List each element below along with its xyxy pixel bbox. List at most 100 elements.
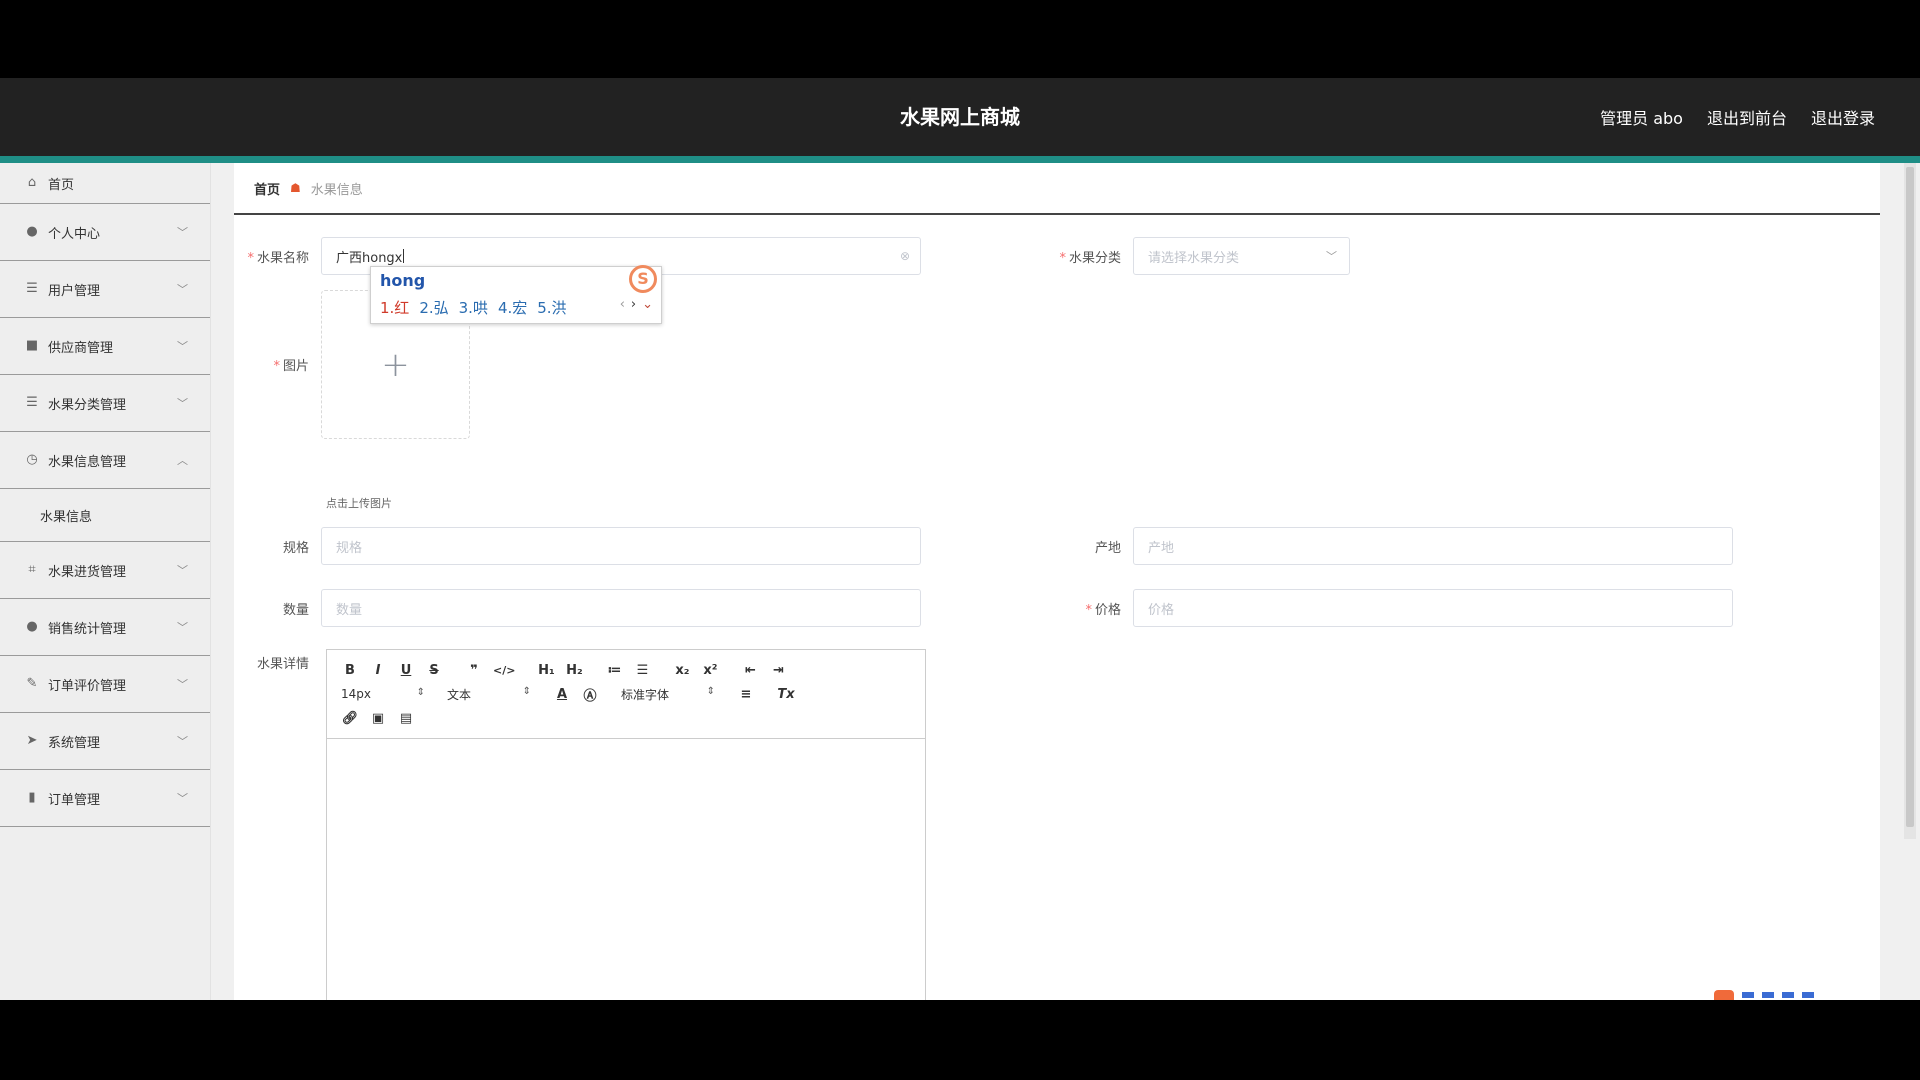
- editor-toolbar: B I U S ❞ </> H₁ H₂ ≔ ☰ x₂ x² ⇤ ⇥ 14px ⇕…: [327, 650, 925, 739]
- sidebar-item-users[interactable]: ☰ 用户管理 ﹀: [0, 261, 210, 318]
- balloon-icon: ●: [26, 619, 38, 634]
- indent-icon[interactable]: ⇥: [769, 663, 787, 678]
- h2-icon[interactable]: H₂: [565, 663, 583, 678]
- scrollbar-thumb[interactable]: [1906, 167, 1914, 827]
- ime-nav: ‹ › ⌄: [620, 297, 653, 312]
- font-family-select[interactable]: 标准字体 ⇕: [621, 686, 715, 703]
- exit-to-front-link[interactable]: 退出到前台: [1707, 105, 1787, 129]
- editor-content[interactable]: [327, 739, 925, 989]
- sidebar-item-purchase[interactable]: ⌗ 水果进货管理 ﹀: [0, 542, 210, 599]
- clear-icon[interactable]: ⊗: [900, 249, 910, 263]
- bold-icon[interactable]: B: [341, 663, 359, 678]
- h1-icon[interactable]: H₁: [537, 663, 555, 678]
- image-label: * 图片: [273, 359, 309, 374]
- sidebar: ⌂ 首页 ● 个人中心 ﹀ ☰ 用户管理 ﹀ ■ 供应商管理 ﹀ ☰ 水果分类管…: [0, 163, 211, 1000]
- ordered-list-icon[interactable]: ≔: [605, 663, 623, 678]
- sidebar-item-home[interactable]: ⌂ 首页: [0, 163, 210, 204]
- qty-input[interactable]: 数量: [321, 589, 921, 627]
- font-color-icon[interactable]: A: [553, 687, 571, 702]
- align-icon[interactable]: ≡: [737, 687, 755, 702]
- name-label: * 水果名称: [247, 250, 309, 266]
- sidebar-subitem-fruit-info[interactable]: 水果信息: [0, 489, 210, 542]
- ime-pinyin: hong: [380, 271, 426, 290]
- tray-icon[interactable]: [1762, 992, 1774, 998]
- bar-chart-icon: ▮: [28, 790, 36, 805]
- chevron-down-icon: ﹀: [177, 735, 188, 748]
- bullet-list-icon[interactable]: ☰: [633, 663, 651, 678]
- sidebar-item-system[interactable]: ➤ 系统管理 ﹀: [0, 713, 210, 770]
- header-select[interactable]: 文本 ⇕: [447, 686, 531, 703]
- row-detail: 水果详情: [234, 653, 321, 672]
- sidebar-item-personal[interactable]: ● 个人中心 ﹀: [0, 204, 210, 261]
- sidebar-item-categories[interactable]: ☰ 水果分类管理 ﹀: [0, 375, 210, 432]
- sidebar-item-label: 订单评价管理: [48, 678, 127, 694]
- chevron-left-icon[interactable]: ‹: [620, 297, 625, 312]
- origin-input[interactable]: 产地: [1133, 527, 1733, 565]
- link-icon[interactable]: 🔗︎: [341, 711, 359, 726]
- box-icon: ■: [25, 338, 39, 353]
- ime-candidate[interactable]: 2.弘: [419, 297, 448, 318]
- qty-label: 数量: [282, 602, 309, 618]
- row-category: * 水果分类 请选择水果分类 ﹀: [1046, 237, 1350, 275]
- ime-candidate[interactable]: 3.哄: [459, 297, 488, 318]
- price-input[interactable]: 价格: [1133, 589, 1733, 627]
- sidebar-item-orders[interactable]: ▮ 订单管理 ﹀: [0, 770, 210, 827]
- subscript-icon[interactable]: x₂: [673, 663, 691, 678]
- outdent-icon[interactable]: ⇤: [741, 663, 759, 678]
- sidebar-item-label: 水果分类管理: [48, 397, 127, 413]
- tray-icon[interactable]: [1802, 992, 1814, 998]
- strike-icon[interactable]: S: [425, 663, 443, 678]
- send-icon: ➤: [26, 733, 38, 748]
- logout-link[interactable]: 退出登录: [1811, 105, 1875, 129]
- tray-icon[interactable]: [1742, 992, 1754, 998]
- underline-icon[interactable]: U: [397, 663, 415, 678]
- sidebar-item-suppliers[interactable]: ■ 供应商管理 ﹀: [0, 318, 210, 375]
- ime-candidate[interactable]: 4.宏: [498, 297, 527, 318]
- superscript-icon[interactable]: x²: [701, 663, 719, 678]
- ime-candidate[interactable]: 1.红: [380, 297, 409, 318]
- tray-icon[interactable]: [1782, 992, 1794, 998]
- spec-input[interactable]: 规格: [321, 527, 921, 565]
- sidebar-item-reviews[interactable]: ✎ 订单评价管理 ﹀: [0, 656, 210, 713]
- sidebar-item-label: 订单管理: [48, 792, 101, 808]
- chevron-down-icon: ﹀: [177, 564, 188, 577]
- list-icon: ☰: [26, 395, 38, 410]
- admin-name: 管理员 abo: [1600, 109, 1683, 128]
- clear-format-icon[interactable]: Tx: [777, 687, 795, 702]
- blockquote-icon[interactable]: ❞: [465, 663, 483, 678]
- breadcrumb-separator-icon: ☗: [290, 181, 301, 195]
- vertical-scrollbar[interactable]: [1904, 163, 1916, 839]
- sogou-tray-icon[interactable]: [1714, 990, 1734, 1000]
- video-icon[interactable]: ▤: [397, 711, 415, 726]
- header-accent-bar: [0, 156, 1920, 163]
- chevron-down-icon: ﹀: [177, 678, 188, 691]
- sidebar-item-fruit-info[interactable]: ◷ 水果信息管理 ︿: [0, 432, 210, 489]
- chevron-right-icon[interactable]: ›: [631, 297, 636, 312]
- chevron-down-icon: ﹀: [177, 792, 188, 805]
- edit-icon: ✎: [26, 676, 38, 691]
- user-icon: ●: [26, 224, 38, 239]
- code-icon[interactable]: </>: [493, 664, 515, 677]
- upload-hint: 点击上传图片: [326, 497, 392, 510]
- rich-text-editor: B I U S ❞ </> H₁ H₂ ≔ ☰ x₂ x² ⇤ ⇥ 14px ⇕…: [326, 649, 926, 1000]
- chevron-down-icon: ﹀: [177, 283, 188, 296]
- crop-icon: ⌗: [28, 562, 36, 577]
- chevron-down-icon[interactable]: ⌄: [642, 297, 653, 312]
- sidebar-item-sales[interactable]: ● 销售统计管理 ﹀: [0, 599, 210, 656]
- font-size-select[interactable]: 14px ⇕: [341, 687, 425, 701]
- ime-candidate[interactable]: 5.洪: [537, 297, 566, 318]
- breadcrumb-current: 水果信息: [310, 182, 363, 198]
- image-icon[interactable]: ▣: [369, 711, 387, 726]
- header-actions: 管理员 abo 退出到前台 退出登录: [1600, 78, 1875, 156]
- breadcrumb-home[interactable]: 首页: [254, 179, 280, 198]
- compass-icon: ◷: [26, 452, 38, 467]
- list-icon: ☰: [26, 281, 38, 296]
- top-header-bar: 水果网上商城 管理员 abo 退出到前台 退出登录: [0, 78, 1920, 156]
- chevron-down-icon: ﹀: [1326, 250, 1337, 263]
- price-label: * 价格: [1085, 602, 1121, 618]
- sidebar-item-label: 首页: [48, 177, 75, 193]
- background-color-icon[interactable]: Ⓐ: [581, 685, 599, 704]
- category-select[interactable]: 请选择水果分类 ﹀: [1133, 237, 1350, 275]
- italic-icon[interactable]: I: [369, 663, 387, 678]
- chevron-down-icon: ﹀: [177, 621, 188, 634]
